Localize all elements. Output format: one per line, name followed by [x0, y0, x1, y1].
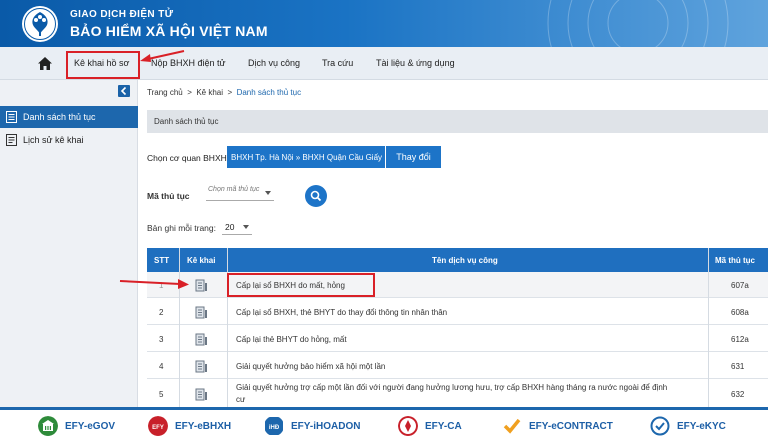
column-header-ke-khai: Kê khai [187, 256, 216, 265]
row-service-name: Cấp lại sổ BHXH, thẻ BHYT do thay đổi th… [236, 308, 448, 317]
site-header: GIAO DỊCH ĐIỆN TỬ BẢO HIỂM XÃ HỘI VIỆT N… [0, 0, 768, 47]
panel-title: Danh sách thủ tục [154, 117, 219, 126]
table-row[interactable]: 5 Giải quyết hưởng trợ cấp một lần đối v… [147, 380, 768, 408]
list-icon [6, 111, 17, 123]
row-service-name: Cấp lại thẻ BHYT do hỏng, mất [236, 335, 347, 344]
contract-check-icon [503, 418, 521, 434]
history-icon [6, 134, 17, 146]
per-page-select[interactable]: 20 [222, 219, 252, 235]
column-header-stt: STT [154, 256, 170, 265]
breadcrumb-separator: > [187, 88, 192, 97]
breadcrumb-separator: > [227, 88, 233, 97]
footer-product-label: EFY-eCONTRACT [529, 421, 613, 432]
row-procedure-code: 608a [731, 308, 749, 317]
row-procedure-code: 632 [731, 390, 745, 399]
column-divider [179, 248, 180, 408]
svg-text:iHĐ: iHĐ [269, 425, 280, 431]
sidebar-item-label: Danh sách thủ tục [23, 112, 96, 122]
column-header-ma-thu-tuc: Mã thủ tục [715, 256, 755, 265]
highlight-box-row [227, 273, 375, 297]
declare-document-icon[interactable] [195, 388, 208, 401]
row-procedure-code: 631 [731, 362, 745, 371]
highlight-box-nav [66, 51, 140, 79]
sidebar-item-label: Lịch sử kê khai [23, 135, 84, 145]
row-service-name-cont: cư [236, 395, 246, 404]
row-service-name: Giải quyết hưởng trợ cấp một lần đối với… [236, 383, 668, 392]
row-stt: 5 [159, 390, 164, 399]
procedures-table: STT Kê khai Tên dịch vụ công Mã thủ tục … [147, 248, 768, 408]
breadcrumb-current: Danh sách thủ tục [236, 88, 302, 97]
breadcrumb-home[interactable]: Trang chủ [147, 88, 183, 97]
table-row[interactable]: 4 Giải quyết hưởng bảo hiểm xã hội một l… [147, 353, 768, 379]
collapse-sidebar-button[interactable] [118, 85, 130, 97]
procedure-code-placeholder: Chọn mã thủ tục [208, 186, 260, 193]
digital-signature-pen-icon [398, 416, 418, 436]
search-icon [310, 190, 322, 202]
row-procedure-code: 607a [731, 281, 749, 290]
chevron-down-icon [265, 191, 271, 195]
change-agency-button[interactable]: Thay đổi [386, 146, 441, 168]
breadcrumb: Trang chủ > Kê khai > Danh sách thủ tục [147, 88, 301, 97]
nav-item-dich-vu-cong[interactable]: Dịch vụ công [248, 58, 300, 68]
declare-document-icon[interactable] [195, 306, 208, 319]
panel-header: Danh sách thủ tục [147, 110, 768, 133]
footer-product-label: EFY-eGOV [65, 421, 116, 432]
table-header: STT Kê khai Tên dịch vụ công Mã thủ tục [147, 248, 768, 272]
drum-pattern-watermark [547, 0, 729, 47]
footer-product-label: EFY-iHOADON [291, 421, 361, 432]
procedure-code-select[interactable]: Chọn mã thủ tục [206, 183, 274, 201]
row-service-name: Giải quyết hưởng bảo hiểm xã hội một lần [236, 362, 386, 371]
sidebar-item-danh-sach-thu-tuc[interactable]: Danh sách thủ tục [0, 106, 138, 128]
agency-label: Chọn cơ quan BHXH: [147, 153, 230, 163]
chevron-left-icon [120, 86, 127, 96]
row-stt: 3 [159, 335, 164, 344]
home-icon[interactable] [38, 57, 52, 70]
vss-logo-icon [22, 6, 58, 42]
footer-product-label: EFY-eKYC [677, 421, 726, 432]
declare-document-icon[interactable] [195, 360, 208, 373]
invoice-icon: iHĐ [265, 417, 283, 435]
sidebar: Danh sách thủ tục Lịch sử kê khai [0, 80, 138, 407]
agency-value: BHXH Tp. Hà Nội » BHXH Quận Cầu Giấy [227, 146, 385, 168]
nav-item-tra-cuu[interactable]: Tra cứu [322, 58, 353, 68]
column-divider [708, 248, 709, 408]
column-divider [227, 248, 228, 408]
efy-logo-icon: EFY [148, 416, 168, 436]
face-verification-icon [650, 416, 670, 436]
per-page-value: 20 [225, 222, 235, 232]
search-button[interactable] [305, 185, 327, 207]
brand-title: BẢO HIỂM XÃ HỘI VIỆT NAM [70, 23, 268, 39]
row-procedure-code: 612a [731, 335, 749, 344]
brand-subtitle: GIAO DỊCH ĐIỆN TỬ [70, 9, 174, 20]
row-stt: 2 [159, 308, 164, 317]
declare-document-icon[interactable] [195, 279, 208, 292]
footer-products: EFY-eGOV EFY EFY-eBHXH iHĐ EFY-iHOADON E… [0, 407, 768, 437]
footer-product-label: EFY-eBHXH [175, 421, 232, 432]
chevron-down-icon [243, 225, 249, 229]
per-page-label: Bản ghi mỗi trang: [147, 223, 216, 233]
breadcrumb-section[interactable]: Kê khai [196, 88, 223, 97]
svg-text:EFY: EFY [152, 425, 164, 431]
row-stt: 4 [159, 362, 164, 371]
column-header-ten-dich-vu: Tên dịch vụ công [432, 256, 498, 265]
procedure-code-label: Mã thủ tục [147, 191, 190, 201]
annotation-arrow-icon [119, 279, 189, 289]
footer-product-label: EFY-CA [425, 421, 462, 432]
annotation-arrow-icon [140, 50, 185, 62]
declare-document-icon[interactable] [195, 333, 208, 346]
nav-item-tai-lieu[interactable]: Tài liệu & ứng dụng [376, 58, 455, 68]
sidebar-item-lich-su-ke-khai[interactable]: Lịch sử kê khai [0, 129, 138, 151]
government-building-icon [38, 416, 58, 436]
table-row[interactable]: 3 Cấp lại thẻ BHYT do hỏng, mất 612a [147, 326, 768, 352]
table-row[interactable]: 2 Cấp lại sổ BHXH, thẻ BHYT do thay đổi … [147, 299, 768, 325]
